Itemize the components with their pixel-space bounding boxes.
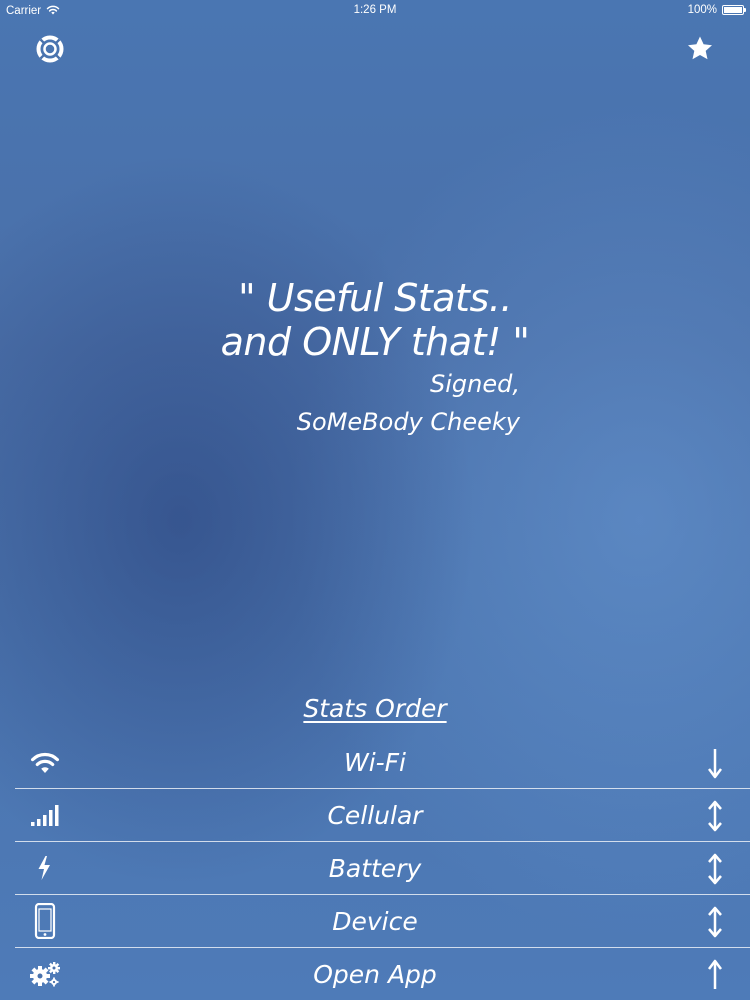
stats-order-list: Wi-Fi Cellular Battery Device Open App bbox=[15, 736, 750, 1000]
help-button[interactable] bbox=[34, 35, 66, 67]
quote-line-2: and ONLY that! " bbox=[220, 320, 530, 364]
battery-icon bbox=[722, 5, 746, 15]
favorite-button[interactable] bbox=[684, 35, 716, 67]
status-bar: Carrier 1:26 PM 100% bbox=[0, 0, 750, 22]
battery-level-fill bbox=[724, 7, 742, 13]
stat-label-device: Device bbox=[332, 907, 418, 936]
stat-row-device[interactable]: Device bbox=[15, 895, 750, 948]
status-time: 1:26 PM bbox=[353, 4, 397, 16]
lifebuoy-icon bbox=[35, 34, 65, 68]
up-down-arrow-icon[interactable] bbox=[706, 799, 724, 833]
up-arrow-icon[interactable] bbox=[706, 958, 724, 992]
stat-label-open-app: Open App bbox=[313, 960, 437, 989]
quote-signed: Signed, bbox=[430, 370, 520, 398]
stat-row-open-app[interactable]: Open App bbox=[15, 948, 750, 1000]
stat-label-wifi: Wi-Fi bbox=[343, 748, 406, 777]
quote-author: SoMeBody Cheeky bbox=[296, 408, 520, 436]
stats-order-heading: Stats Order bbox=[303, 694, 447, 723]
down-arrow-icon[interactable] bbox=[706, 746, 724, 780]
status-right: 100% bbox=[687, 4, 746, 16]
stat-label-battery: Battery bbox=[328, 854, 422, 883]
up-down-arrow-icon[interactable] bbox=[706, 852, 724, 886]
stat-row-battery[interactable]: Battery bbox=[15, 842, 750, 895]
quote-line-1: " Useful Stats.. bbox=[238, 276, 512, 320]
battery-percent: 100% bbox=[687, 4, 717, 16]
stat-label-cellular: Cellular bbox=[327, 801, 423, 830]
up-down-arrow-icon[interactable] bbox=[706, 905, 724, 939]
star-icon bbox=[685, 34, 715, 68]
stat-row-wifi[interactable]: Wi-Fi bbox=[15, 736, 750, 789]
stat-row-cellular[interactable]: Cellular bbox=[15, 789, 750, 842]
